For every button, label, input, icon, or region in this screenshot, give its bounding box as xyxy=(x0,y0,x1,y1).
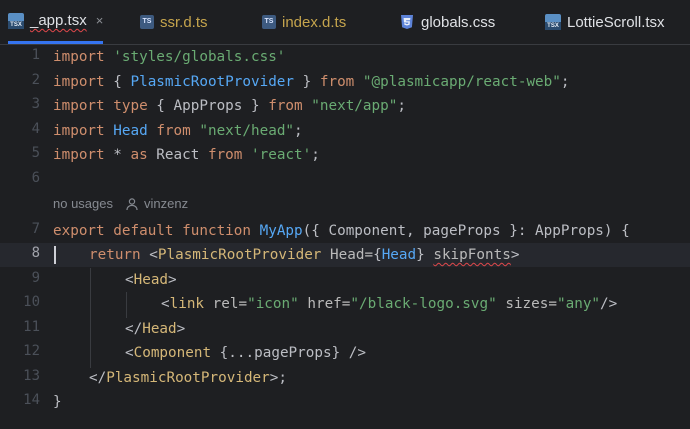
person-icon xyxy=(126,197,138,210)
code-line-5[interactable]: import * as React from 'react'; xyxy=(53,143,320,167)
line-number: 2 xyxy=(31,72,40,88)
line-number: 3 xyxy=(31,96,40,112)
tab-label: index.d.ts xyxy=(282,13,347,31)
line-number: 13 xyxy=(23,368,40,384)
tab-label: LottieScroll.tsx xyxy=(567,13,665,31)
line-number: 11 xyxy=(23,319,40,335)
ts-file-icon: TS xyxy=(262,15,276,29)
code-vision-hint[interactable]: no usages vinzenz xyxy=(53,196,188,211)
code-line-9[interactable]: <Head> xyxy=(125,268,177,292)
code-line-12[interactable]: <Component {...pageProps} /> xyxy=(125,341,366,365)
line-number: 8 xyxy=(31,245,40,261)
line-number: 1 xyxy=(31,47,40,63)
author-hint[interactable]: vinzenz xyxy=(144,196,188,211)
close-icon[interactable]: × xyxy=(96,13,104,28)
tab-lottiescroll-tsx[interactable]: TSX LottieScroll.tsx xyxy=(545,0,665,44)
text-caret xyxy=(54,246,56,264)
code-line-7[interactable]: export default function MyApp({ Componen… xyxy=(53,219,630,243)
tsx-file-icon: TSX xyxy=(8,12,24,29)
line-number: 6 xyxy=(31,170,40,186)
indent-guide xyxy=(126,292,127,318)
tab-index-d-ts[interactable]: TS index.d.ts xyxy=(262,0,346,44)
tab-ssr-d-ts[interactable]: TS ssr.d.ts xyxy=(140,0,208,44)
line-number: 12 xyxy=(23,343,40,359)
tab-label: globals.css xyxy=(421,13,496,31)
tab-label: _app.tsx xyxy=(30,12,87,29)
code-line-13[interactable]: </PlasmicRootProvider>; xyxy=(89,366,287,390)
code-line-3[interactable]: import type { AppProps } from "next/app"… xyxy=(53,94,406,118)
editor-tab-bar: TSX _app.tsx × TS ssr.d.ts TS index.d.ts… xyxy=(0,0,690,45)
line-number: 5 xyxy=(31,145,40,161)
css-file-icon xyxy=(401,15,413,29)
code-line-14[interactable]: } xyxy=(53,390,62,414)
code-line-1[interactable]: import 'styles/globals.css' xyxy=(53,45,285,69)
tab-globals-css[interactable]: globals.css xyxy=(399,0,495,44)
usages-hint[interactable]: no usages xyxy=(53,196,113,211)
code-line-2[interactable]: import { PlasmicRootProvider } from "@pl… xyxy=(53,70,570,94)
tab-app-tsx[interactable]: TSX _app.tsx × xyxy=(8,0,104,44)
code-line-10[interactable]: <link rel="icon" href="/black-logo.svg" … xyxy=(161,292,617,316)
tab-label: ssr.d.ts xyxy=(160,13,208,31)
code-line-4[interactable]: import Head from "next/head"; xyxy=(53,119,303,143)
line-number: 14 xyxy=(23,392,40,408)
indent-guide xyxy=(90,268,91,368)
code-line-8[interactable]: return <PlasmicRootProvider Head={Head} … xyxy=(89,243,519,267)
ts-file-icon: TS xyxy=(140,15,154,29)
tsx-file-icon: TSX xyxy=(545,14,561,30)
line-number: 7 xyxy=(31,221,40,237)
code-line-11[interactable]: </Head> xyxy=(125,317,185,341)
line-number: 9 xyxy=(31,270,40,286)
line-number: 4 xyxy=(31,121,40,137)
line-number: 10 xyxy=(23,294,40,310)
